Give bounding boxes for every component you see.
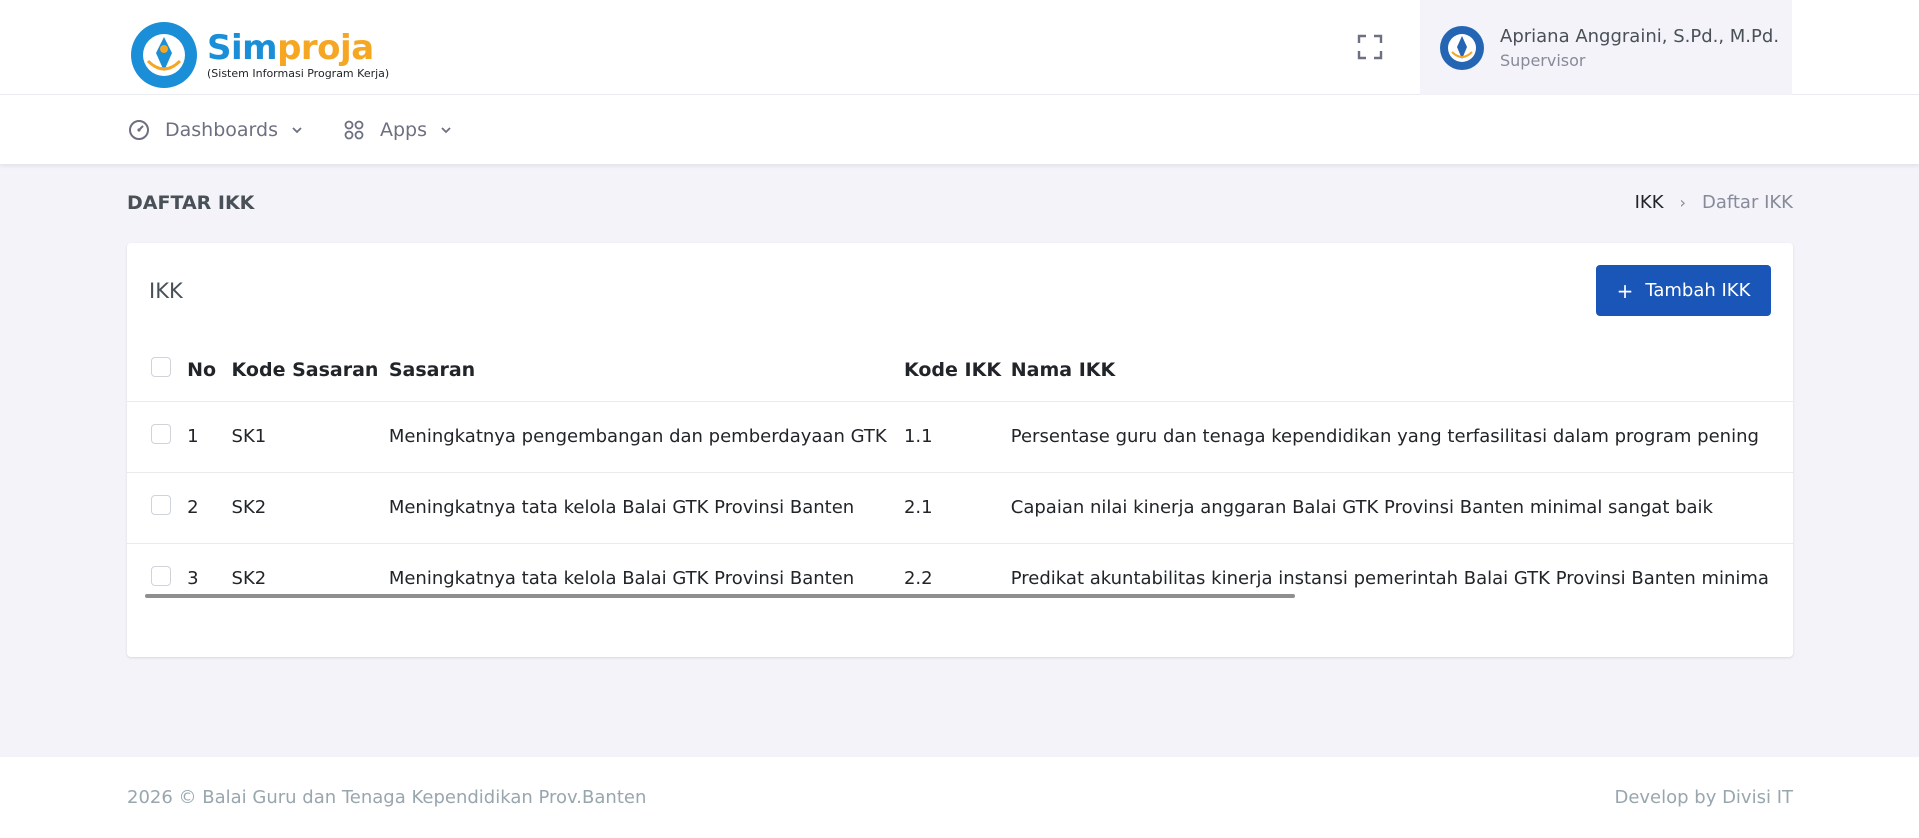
cell-sasaran: Meningkatnya pengembangan dan pemberdaya… — [388, 426, 887, 447]
cell-nama-ikk: Predikat akuntabilitas kinerja instansi … — [1010, 568, 1769, 589]
footer-credit: Develop by Divisi IT — [1614, 787, 1793, 808]
column-header-sasaran[interactable]: Sasaran — [389, 339, 904, 401]
ikk-card: IKK + Tambah IKK No Kode Sasaran Sasaran… — [127, 243, 1793, 657]
cell-sasaran: Meningkatnya tata kelola Balai GTK Provi… — [388, 568, 855, 589]
avatar-emblem-icon — [1443, 28, 1481, 67]
chevron-right-icon: › — [1679, 193, 1686, 212]
row-checkbox[interactable] — [151, 495, 171, 515]
main-navbar: Dashboards Apps — [0, 95, 1919, 164]
page-title: DAFTAR IKK — [127, 192, 255, 214]
column-header-nama-ikk[interactable]: Nama IKK — [1011, 339, 1793, 401]
add-ikk-button-label: Tambah IKK — [1645, 280, 1751, 301]
cell-kode-sasaran: SK2 — [231, 568, 267, 589]
user-role: Supervisor — [1500, 50, 1586, 70]
cell-kode-ikk: 2.2 — [903, 568, 933, 589]
dashboard-gauge-icon — [129, 119, 149, 140]
tut-wuri-handayani-emblem-icon — [131, 22, 197, 88]
table-header-row: No Kode Sasaran Sasaran Kode IKK Nama IK… — [127, 339, 1793, 401]
nav-item-label: Apps — [380, 118, 428, 141]
nav-item-label: Dashboards — [165, 118, 278, 141]
select-all-checkbox[interactable] — [151, 357, 171, 378]
nav-item-dashboards[interactable]: Dashboards — [127, 95, 304, 164]
breadcrumb: IKK › Daftar IKK — [1635, 192, 1793, 213]
table-row: 3 SK2 Meningkatnya tata kelola Balai GTK… — [127, 543, 1793, 599]
cell-no: 1 — [187, 426, 199, 447]
avatar — [1440, 25, 1484, 70]
cell-kode-ikk: 1.1 — [903, 426, 933, 447]
cell-no: 2 — [187, 497, 199, 518]
footer-copyright: 2026 © Balai Guru dan Tenaga Kependidika… — [127, 787, 647, 808]
plus-icon: + — [1616, 278, 1634, 303]
chevron-down-icon — [441, 126, 451, 133]
logo-subtitle: (Sistem Informasi Program Kerja) — [207, 67, 390, 80]
ikk-table: No Kode Sasaran Sasaran Kode IKK Nama IK… — [127, 339, 1793, 599]
row-checkbox[interactable] — [151, 424, 171, 444]
top-header: Simproja (Sistem Informasi Program Kerja… — [0, 0, 1919, 95]
table-horizontal-scrollbar[interactable] — [145, 594, 1295, 598]
cell-nama-ikk: Persentase guru dan tenaga kependidikan … — [1010, 426, 1759, 447]
cell-no: 3 — [187, 568, 199, 589]
user-profile-dropdown[interactable]: Apriana Anggraini, S.Pd., M.Pd. Supervis… — [1420, 0, 1792, 95]
ikk-table-container[interactable]: No Kode Sasaran Sasaran Kode IKK Nama IK… — [127, 339, 1793, 599]
chevron-down-icon — [292, 126, 302, 133]
user-name: Apriana Anggraini, S.Pd., M.Pd. — [1500, 25, 1780, 47]
breadcrumb-item-current: Daftar IKK — [1701, 192, 1793, 213]
fullscreen-button[interactable] — [1356, 33, 1384, 61]
apps-grid-icon — [344, 120, 364, 139]
page-footer: 2026 © Balai Guru dan Tenaga Kependidika… — [0, 757, 1919, 838]
logo-title: Simproja — [207, 28, 374, 68]
column-header-no[interactable]: No — [187, 339, 231, 401]
nav-item-apps[interactable]: Apps — [342, 95, 453, 164]
cell-kode-sasaran: SK2 — [231, 497, 267, 518]
column-header-kode-ikk[interactable]: Kode IKK — [904, 339, 1011, 401]
add-ikk-button[interactable]: + Tambah IKK — [1596, 265, 1771, 316]
fullscreen-icon — [1357, 34, 1383, 60]
cell-kode-ikk: 2.1 — [903, 497, 933, 518]
table-row: 2 SK2 Meningkatnya tata kelola Balai GTK… — [127, 472, 1793, 543]
card-title: IKK — [149, 279, 183, 303]
column-header-kode-sasaran[interactable]: Kode Sasaran — [232, 339, 389, 401]
table-row: 1 SK1 Meningkatnya pengembangan dan pemb… — [127, 401, 1793, 472]
row-checkbox[interactable] — [151, 566, 171, 586]
cell-kode-sasaran: SK1 — [231, 426, 267, 447]
app-logo[interactable]: Simproja (Sistem Informasi Program Kerja… — [131, 22, 389, 88]
cell-sasaran: Meningkatnya tata kelola Balai GTK Provi… — [388, 497, 855, 518]
breadcrumb-item-ikk[interactable]: IKK — [1635, 192, 1664, 213]
cell-nama-ikk: Capaian nilai kinerja anggaran Balai GTK… — [1010, 497, 1713, 518]
